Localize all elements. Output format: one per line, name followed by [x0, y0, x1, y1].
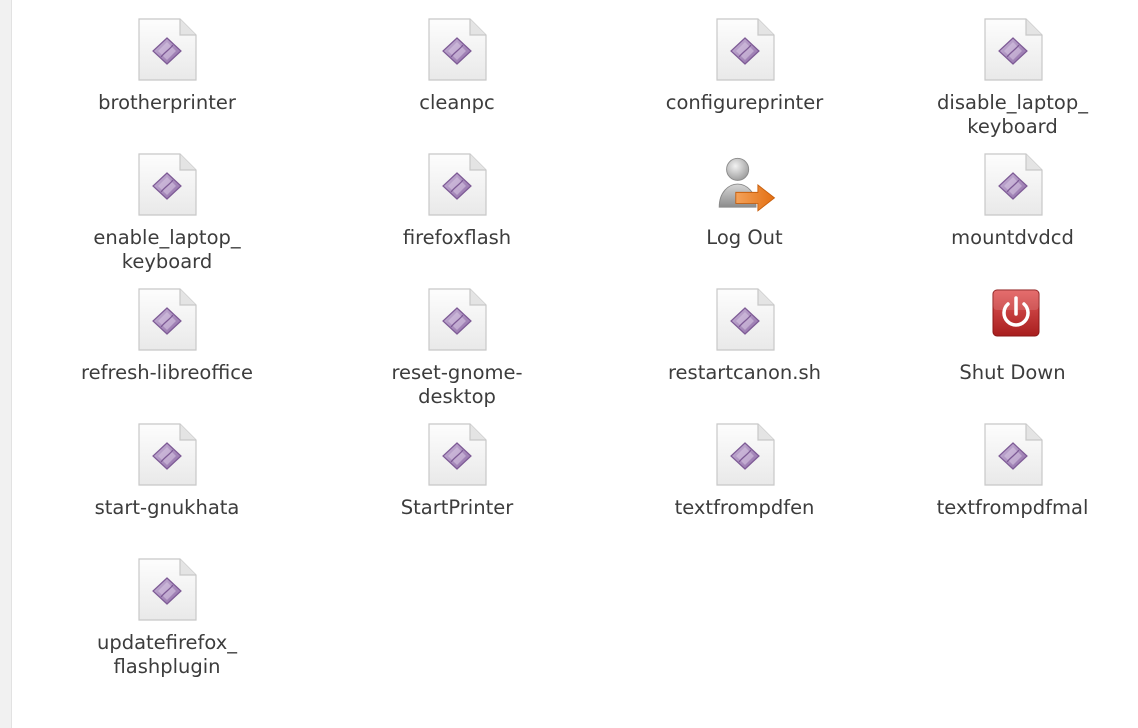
file-item-refresh-libreoffice[interactable]: refresh-libreoffice [22, 288, 312, 423]
file-item-restartcanon-sh[interactable]: restartcanon.sh [602, 288, 887, 423]
file-item-textfrompdfen[interactable]: textfrompdfen [602, 423, 887, 558]
log-out-icon [710, 153, 780, 217]
file-item-reset-gnome-desktop[interactable]: reset-gnome- desktop [312, 288, 602, 423]
script-file-icon [710, 288, 780, 352]
file-label: restartcanon.sh [667, 361, 822, 384]
file-icon-grid: brotherprinter cleanpc configureprinter … [22, 18, 1138, 693]
file-item-log-out[interactable]: Log Out [602, 153, 887, 288]
script-file-icon [422, 423, 492, 487]
file-label: refresh-libreoffice [81, 361, 253, 384]
script-file-icon [978, 153, 1048, 217]
sidebar-edge [0, 0, 12, 728]
file-item-brotherprinter[interactable]: brotherprinter [22, 18, 312, 153]
file-label: firefoxflash [402, 226, 512, 249]
file-item-configureprinter[interactable]: configureprinter [602, 18, 887, 153]
file-item-startprinter[interactable]: StartPrinter [312, 423, 602, 558]
file-label: mountdvdcd [951, 226, 1074, 249]
file-item-shut-down[interactable]: Shut Down [887, 288, 1138, 423]
script-file-icon [422, 153, 492, 217]
file-item-disable-laptop-keyboard[interactable]: disable_laptop_ keyboard [887, 18, 1138, 153]
script-file-icon [710, 18, 780, 82]
script-file-icon [978, 423, 1048, 487]
file-label: disable_laptop_ keyboard [937, 91, 1088, 138]
file-label: start-gnukhata [94, 496, 240, 519]
file-item-firefoxflash[interactable]: firefoxflash [312, 153, 602, 288]
file-label: configureprinter [665, 91, 824, 114]
file-label: StartPrinter [400, 496, 514, 519]
file-label: Shut Down [959, 361, 1066, 384]
file-label: updatefirefox_ flashplugin [96, 631, 238, 678]
file-label: textfrompdfen [674, 496, 815, 519]
script-file-icon [132, 288, 202, 352]
script-file-icon [710, 423, 780, 487]
file-item-start-gnukhata[interactable]: start-gnukhata [22, 423, 312, 558]
script-file-icon [132, 423, 202, 487]
file-label: cleanpc [419, 91, 495, 114]
script-file-icon [978, 18, 1048, 82]
script-file-icon [422, 18, 492, 82]
file-label: enable_laptop_ keyboard [93, 226, 241, 273]
file-label: textfrompdfmal [936, 496, 1089, 519]
file-item-updatefirefox-flashplugin[interactable]: updatefirefox_ flashplugin [22, 558, 312, 693]
file-item-cleanpc[interactable]: cleanpc [312, 18, 602, 153]
file-label: Log Out [706, 226, 783, 249]
script-file-icon [132, 18, 202, 82]
file-item-mountdvdcd[interactable]: mountdvdcd [887, 153, 1138, 288]
script-file-icon [132, 558, 202, 622]
shut-down-icon [978, 288, 1048, 352]
file-item-textfrompdfmal[interactable]: textfrompdfmal [887, 423, 1138, 558]
script-file-icon [422, 288, 492, 352]
file-item-enable-laptop-keyboard[interactable]: enable_laptop_ keyboard [22, 153, 312, 288]
script-file-icon [132, 153, 202, 217]
file-label: brotherprinter [98, 91, 236, 114]
file-label: reset-gnome- desktop [391, 361, 523, 408]
